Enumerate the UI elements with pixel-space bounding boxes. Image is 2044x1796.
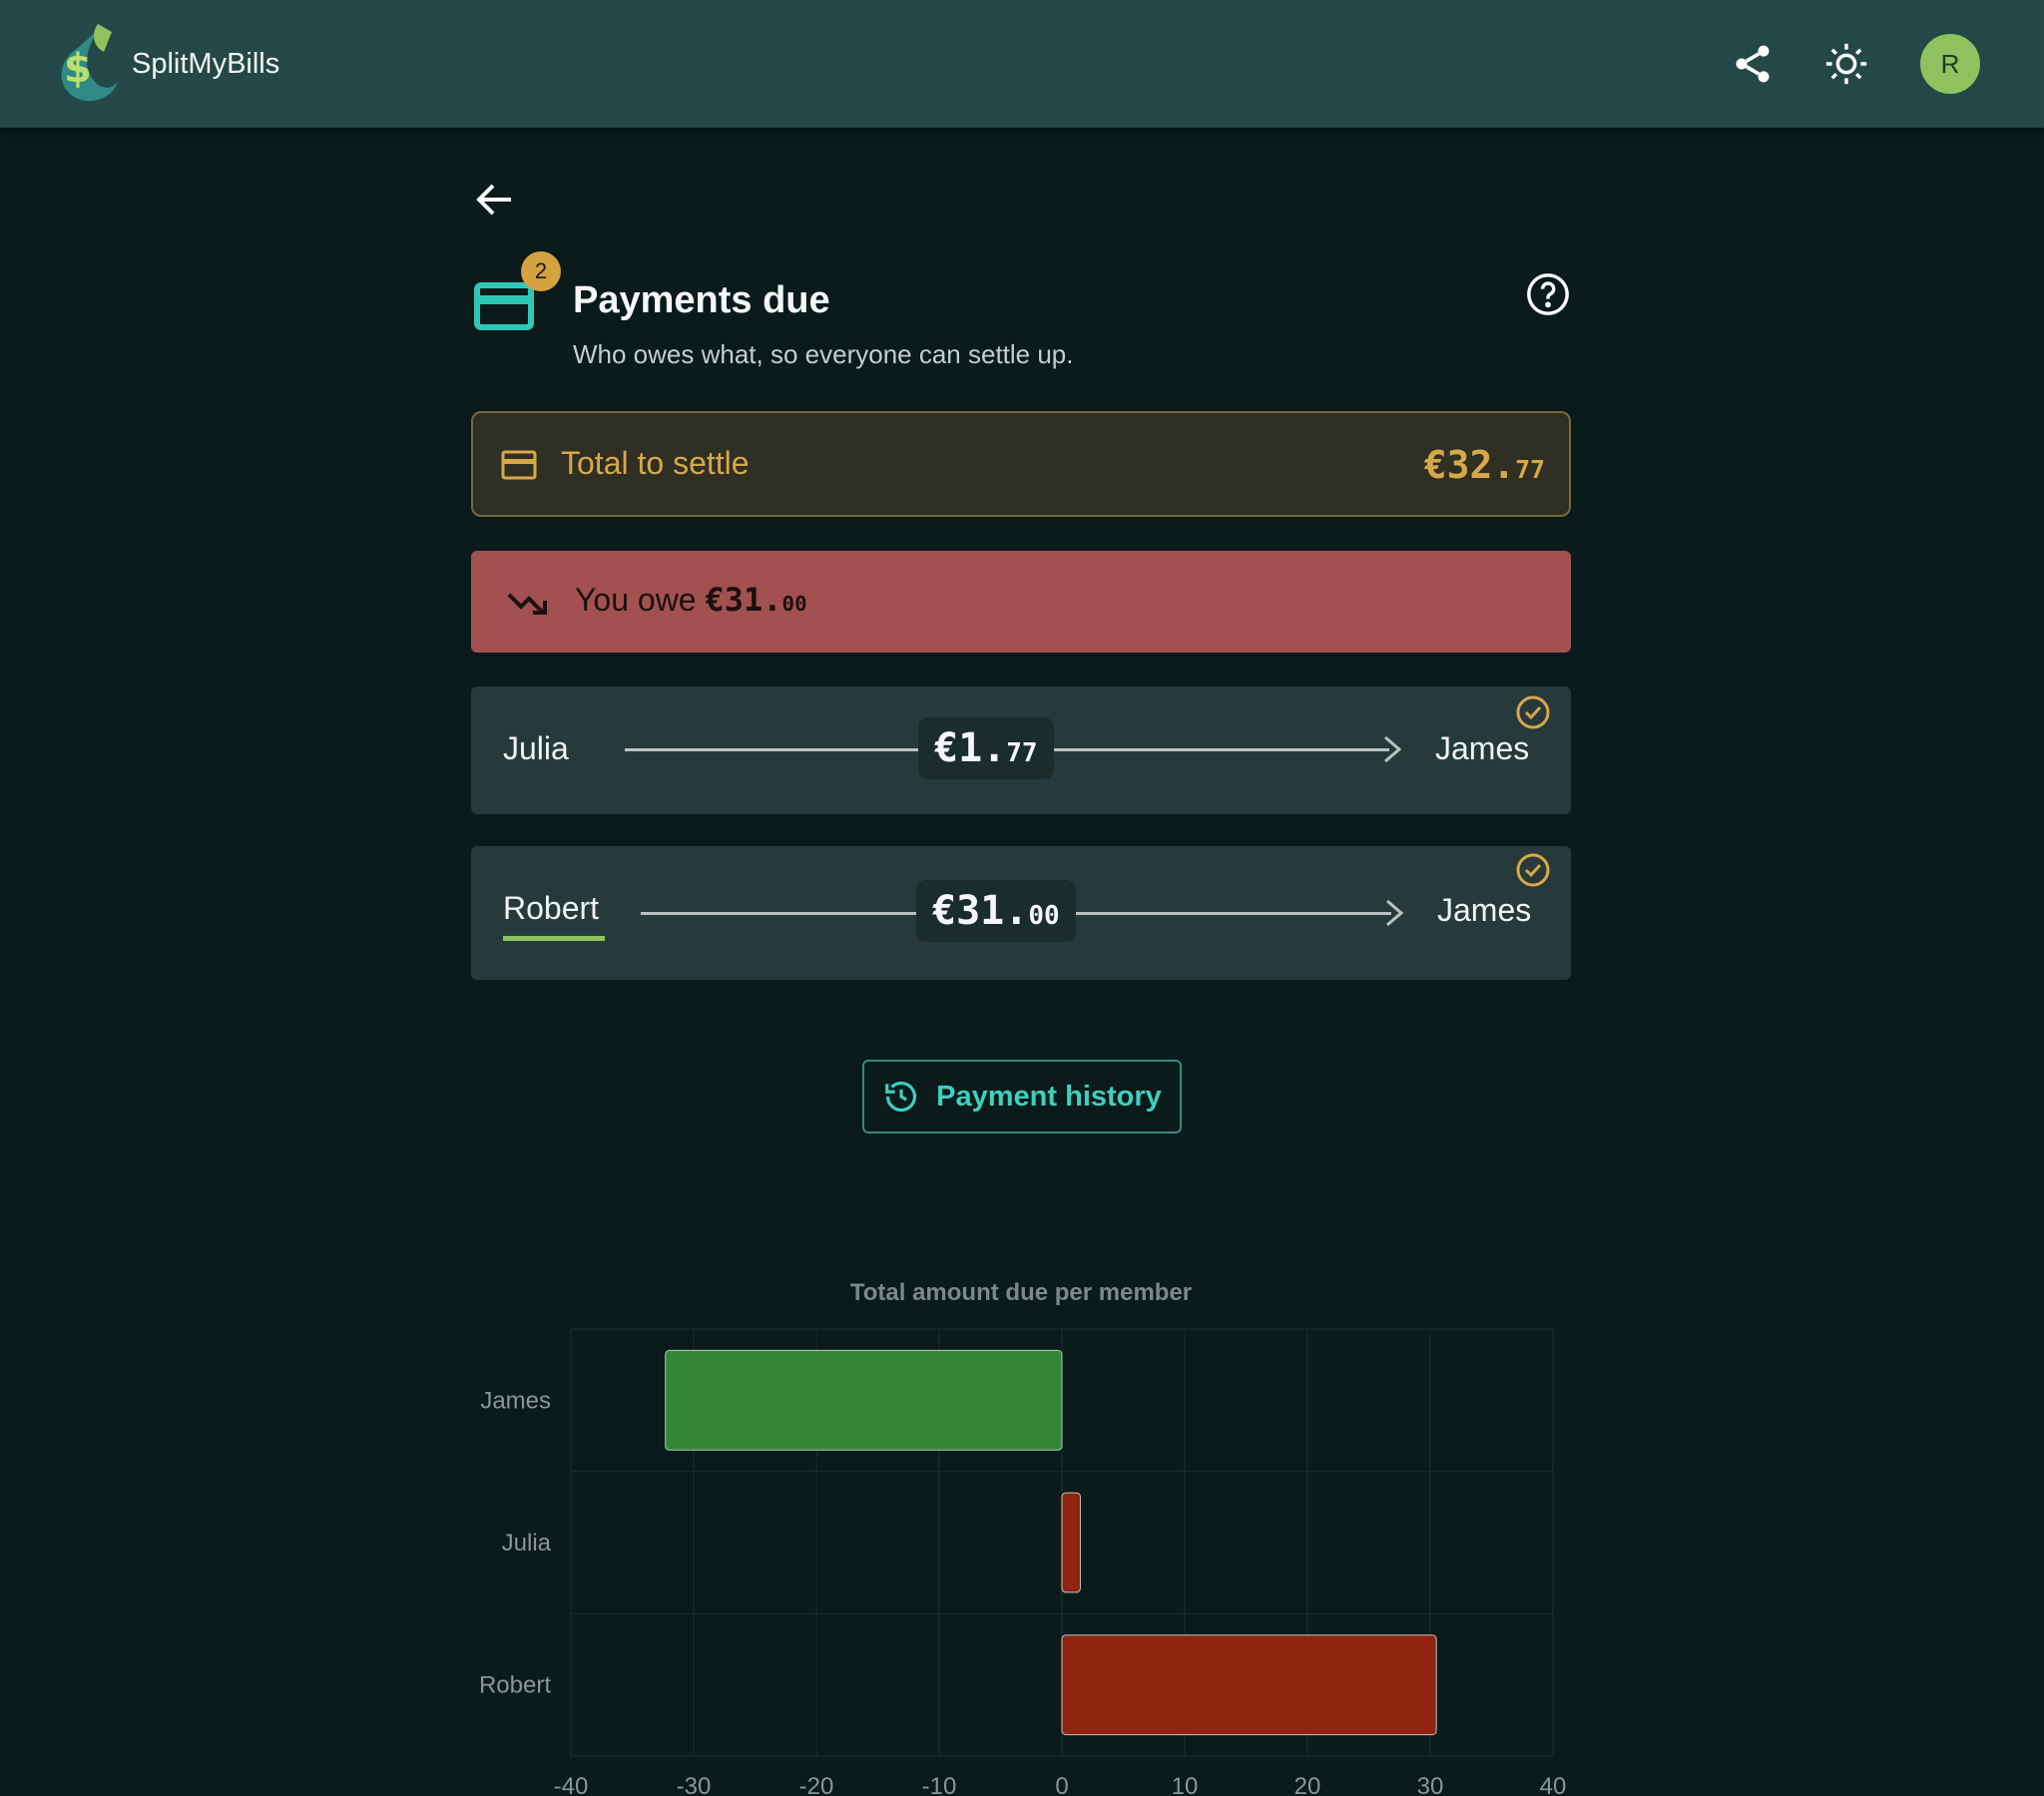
total-label: Total to settle xyxy=(561,445,750,481)
total-to-settle-card: Total to settle €32.77 xyxy=(471,411,1571,517)
bar-james xyxy=(665,1349,1063,1451)
payment-card: Robert €31.00 James xyxy=(471,846,1571,980)
x-tick-label: -10 xyxy=(922,1773,957,1796)
bar-julia xyxy=(1061,1492,1081,1593)
arrow-right-icon xyxy=(1384,735,1402,763)
page-subtitle: Who owes what, so everyone can settle up… xyxy=(573,339,1074,369)
payment-card: Julia €1.77 James xyxy=(471,686,1571,814)
arrow-right-icon xyxy=(1386,899,1404,927)
app-name: SplitMyBills xyxy=(132,47,280,80)
x-tick-label: -30 xyxy=(677,1773,712,1796)
mark-paid-check-icon[interactable] xyxy=(1515,694,1551,730)
payer-name: Julia xyxy=(503,730,569,766)
credit-card-icon xyxy=(501,450,537,480)
payment-amount: €1.77 xyxy=(918,717,1054,779)
payment-amount: €31.00 xyxy=(916,880,1076,942)
logo-icon: $ xyxy=(61,24,118,102)
payer-name: Robert xyxy=(503,890,600,926)
brand[interactable]: $ SplitMyBills xyxy=(52,16,279,112)
mark-paid-check-icon[interactable] xyxy=(1515,852,1551,888)
user-avatar[interactable]: R xyxy=(1920,34,1980,94)
payee-name: James xyxy=(1437,892,1532,928)
x-tick-label: 40 xyxy=(1540,1773,1567,1796)
payment-history-label: Payment history xyxy=(936,1080,1162,1113)
bar-robert xyxy=(1061,1634,1437,1736)
category-label: Julia xyxy=(502,1530,552,1557)
category-label: James xyxy=(480,1387,551,1414)
credit-card-icon xyxy=(474,282,534,330)
amount-due-bar-chart: James Julia Robert -40 -30 -20 -10 0 10 20 30 40 xyxy=(479,1328,1567,1796)
trending-down-icon xyxy=(507,593,547,615)
x-tick-label: 10 xyxy=(1172,1773,1199,1796)
theme-toggle-icon[interactable] xyxy=(1818,36,1874,92)
help-icon[interactable] xyxy=(1525,271,1571,317)
payee-name: James xyxy=(1435,730,1530,766)
category-label: Robert xyxy=(479,1672,551,1699)
back-arrow-icon[interactable] xyxy=(471,176,519,224)
payments-count-badge: 2 xyxy=(521,251,561,291)
x-tick-label: -20 xyxy=(799,1773,834,1796)
total-amount: €32.77 xyxy=(1423,443,1545,487)
x-tick-label: -40 xyxy=(554,1773,589,1796)
share-icon[interactable] xyxy=(1725,36,1781,92)
x-tick-label: 20 xyxy=(1294,1773,1321,1796)
top-app-bar: $ SplitMyBills R xyxy=(0,0,2044,128)
payment-history-button[interactable]: Payment history xyxy=(862,1060,1182,1133)
svg-text:$: $ xyxy=(64,46,92,92)
page-title: Payments due xyxy=(573,279,830,321)
x-tick-label: 0 xyxy=(1055,1773,1068,1796)
chart-title: Total amount due per member xyxy=(849,1279,1193,1306)
x-tick-label: 30 xyxy=(1417,1773,1444,1796)
you-owe-banner: You owe €31.00 xyxy=(471,551,1571,653)
current-user-underline xyxy=(503,936,605,941)
history-icon xyxy=(885,1082,917,1113)
you-owe-text: You owe €31.00 xyxy=(575,581,807,619)
